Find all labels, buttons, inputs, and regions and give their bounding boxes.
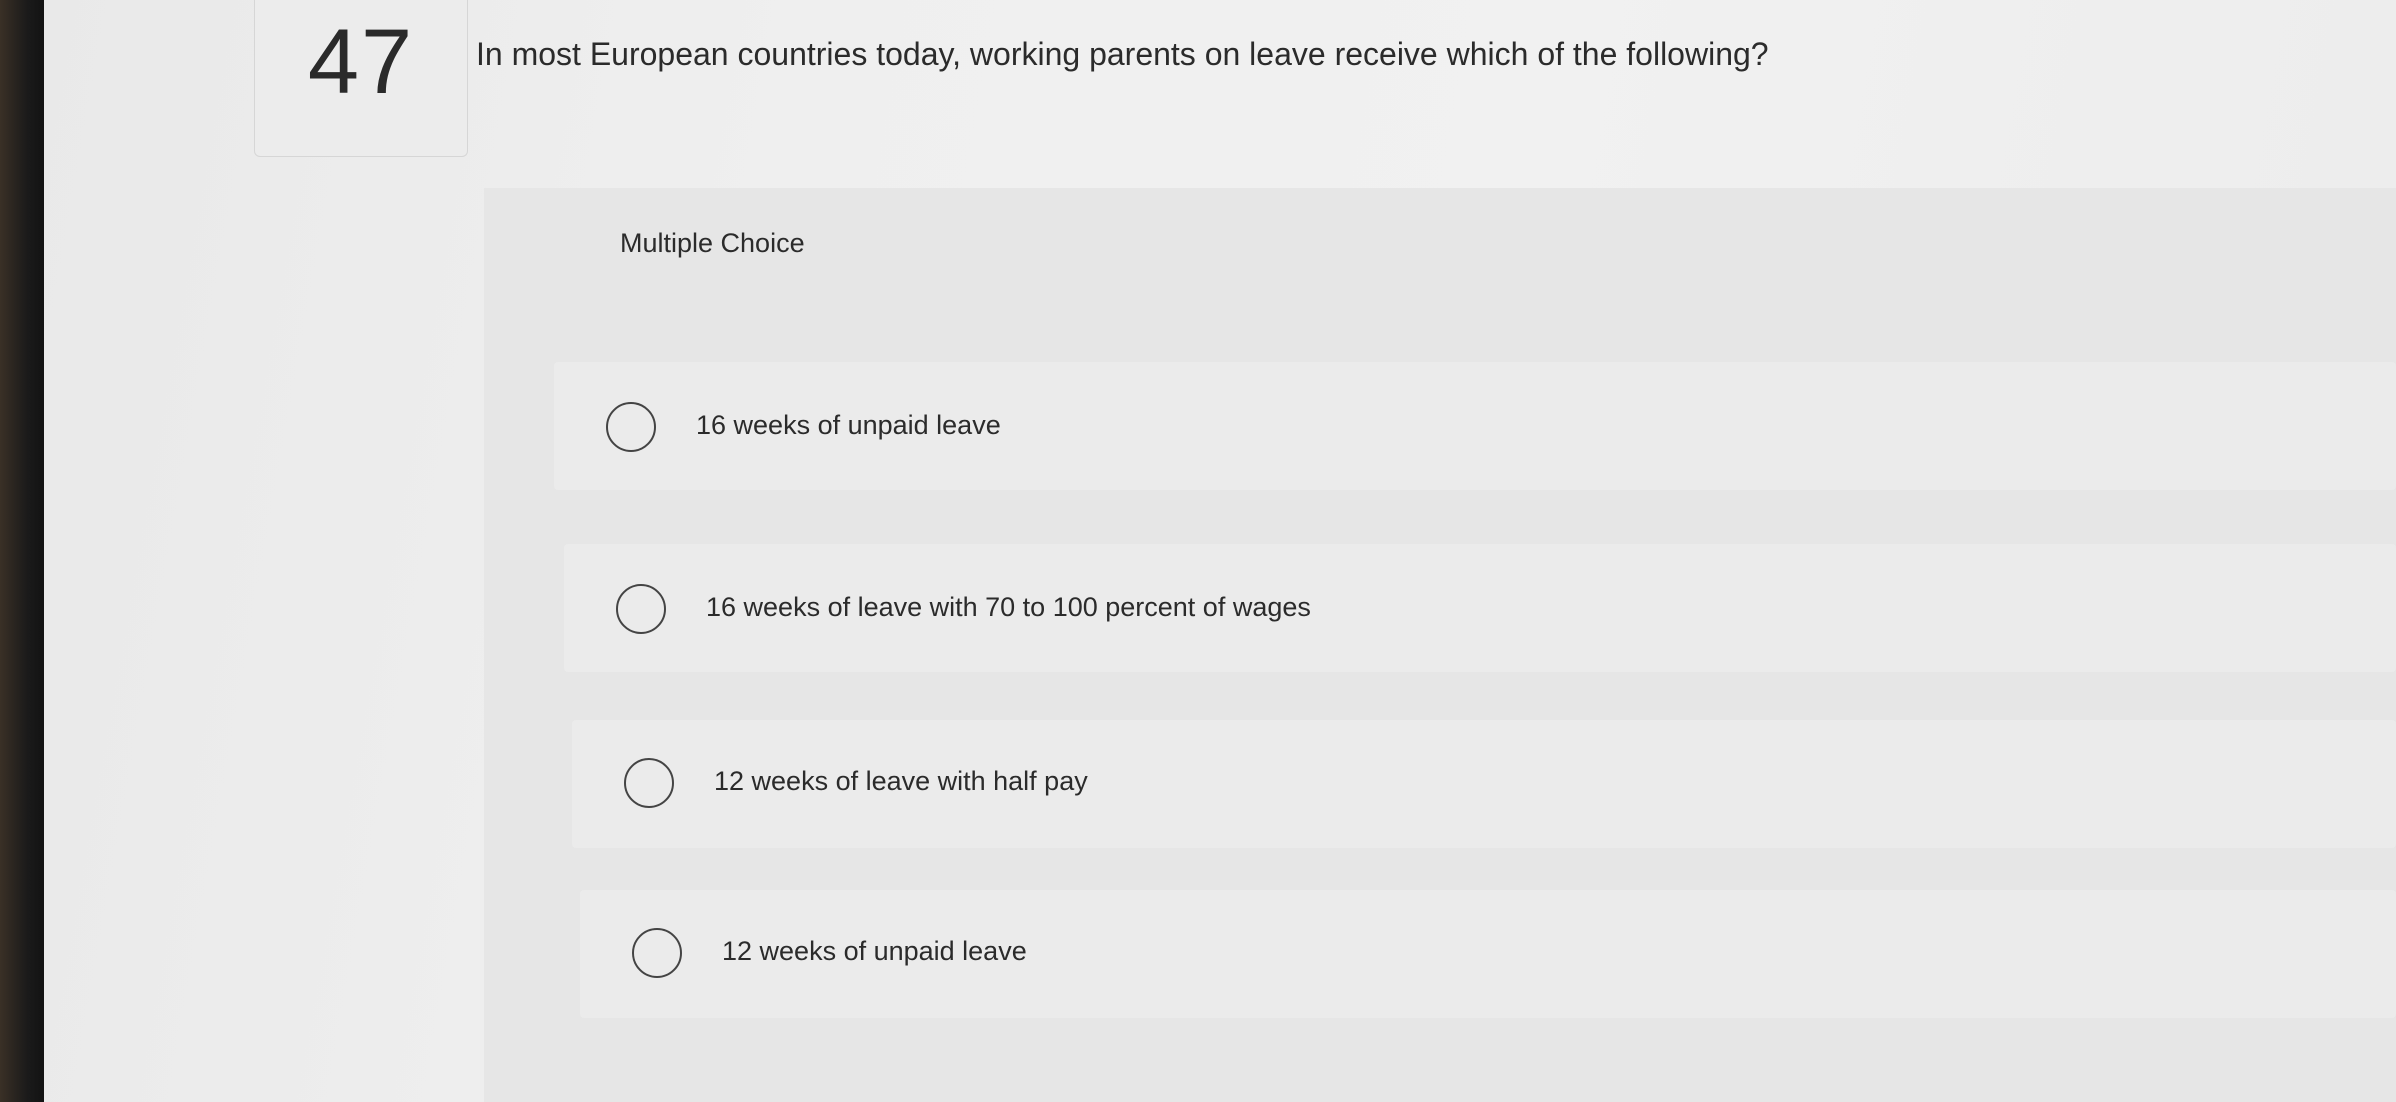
question-type-label: Multiple Choice (620, 228, 805, 258)
answer-option-1[interactable]: 16 weeks of unpaid leave (554, 362, 2396, 490)
answer-option-label-2: 16 weeks of leave with 70 to 100 percent… (706, 592, 1311, 622)
question-number-box: 47 (254, 0, 468, 157)
radio-button-3[interactable] (624, 758, 674, 808)
quiz-screen: 47 In most European countries today, wor… (44, 0, 2396, 1102)
radio-button-1[interactable] (606, 402, 656, 452)
answer-option-3[interactable]: 12 weeks of leave with half pay (572, 720, 2396, 848)
answer-option-2[interactable]: 16 weeks of leave with 70 to 100 percent… (564, 544, 2396, 672)
question-text: In most European countries today, workin… (476, 36, 1769, 72)
radio-button-2[interactable] (616, 584, 666, 634)
answer-option-label-1: 16 weeks of unpaid leave (696, 410, 1001, 440)
answer-option-label-4: 12 weeks of unpaid leave (722, 936, 1027, 966)
answer-option-4[interactable]: 12 weeks of unpaid leave (580, 890, 2396, 1018)
answer-option-label-3: 12 weeks of leave with half pay (714, 766, 1088, 796)
radio-button-4[interactable] (632, 928, 682, 978)
question-number: 47 (307, 11, 415, 113)
